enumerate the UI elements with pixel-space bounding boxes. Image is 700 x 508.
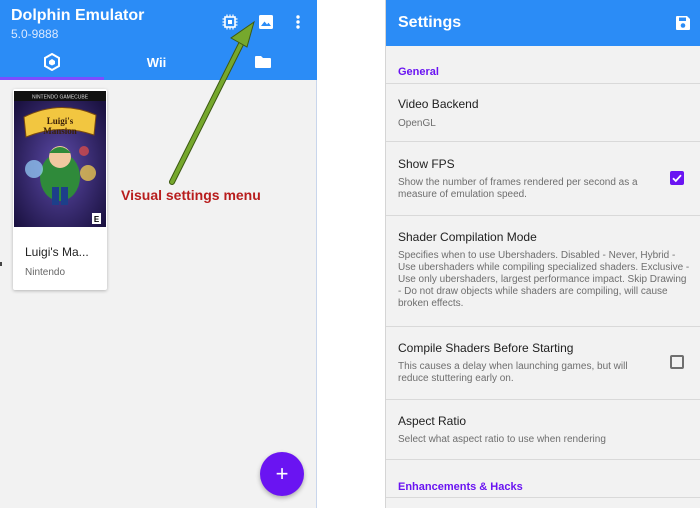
compile-shaders-checkbox[interactable] <box>670 355 684 369</box>
settings-screen: Settings General Video Backend OpenGL Sh… <box>385 0 700 508</box>
settings-app-bar: Settings <box>386 0 700 46</box>
section-header-general: General <box>398 66 439 78</box>
check-icon <box>672 174 682 183</box>
annotation-label: Visual settings menu <box>121 187 261 203</box>
settings-title: Settings <box>398 14 462 31</box>
save-icon[interactable] <box>675 15 691 31</box>
setting-aspect-ratio[interactable]: Aspect Ratio Select what aspect ratio to… <box>386 400 700 460</box>
setting-compile-shaders[interactable]: Compile Shaders Before Starting This cau… <box>386 327 700 400</box>
setting-description: Show the number of frames rendered per s… <box>398 177 638 200</box>
section-header-enhancements: Enhancements & Hacks <box>398 481 523 493</box>
screen-gap <box>318 0 385 508</box>
setting-show-fps[interactable]: Show FPS Show the number of frames rende… <box>386 142 700 216</box>
setting-title: Compile Shaders Before Starting <box>398 341 574 355</box>
annotation-arrow <box>169 20 255 185</box>
add-folder-button[interactable]: + <box>260 452 304 496</box>
section-divider <box>386 497 700 498</box>
setting-description: This causes a delay when launching games… <box>398 361 628 384</box>
setting-value: OpenGL <box>398 118 436 129</box>
setting-title: Video Backend <box>398 97 479 111</box>
setting-video-backend[interactable]: Video Backend OpenGL <box>386 83 700 142</box>
setting-title: Show FPS <box>398 157 455 171</box>
setting-description: Specifies when to use Ubershaders. Disab… <box>398 250 690 309</box>
setting-shader-compilation-mode[interactable]: Shader Compilation Mode Specifies when t… <box>386 216 700 327</box>
setting-title: Shader Compilation Mode <box>398 230 537 244</box>
setting-description: Select what aspect ratio to use when ren… <box>398 434 606 445</box>
game-list-screen: Dolphin Emulator 5.0-9888 Wii NINTENDO G… <box>0 0 317 508</box>
setting-title: Aspect Ratio <box>398 414 467 428</box>
show-fps-checkbox[interactable] <box>670 171 684 185</box>
